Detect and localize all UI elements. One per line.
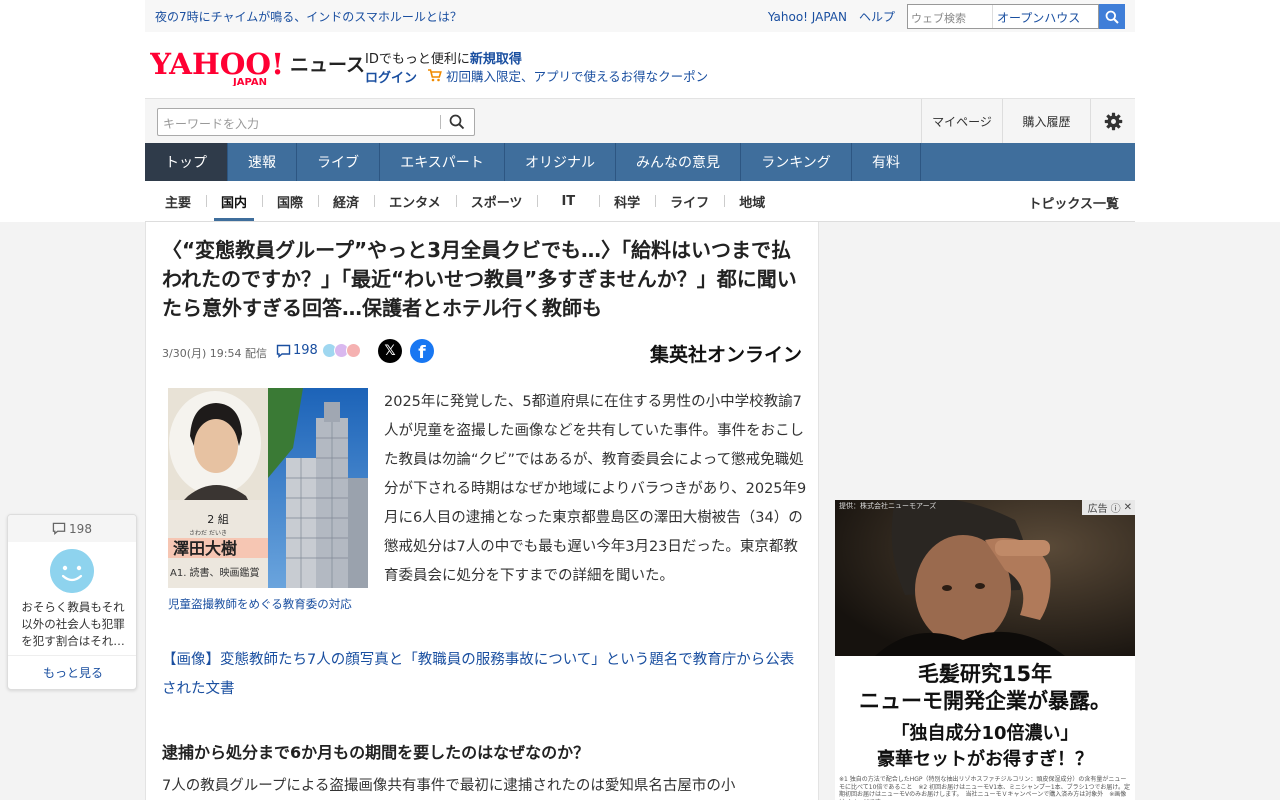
help-link[interactable]: ヘルプ — [859, 8, 895, 25]
ad-headline-line1: 毛髪研究15年 — [917, 662, 1053, 686]
keyword-search-box[interactable]: キーワードを入力 — [157, 108, 475, 136]
category-list: 主要 国内 国際 経済 エンタメ スポーツ IT 科学 ライフ 地域 — [150, 181, 780, 221]
promo-right: Yahoo! JAPAN ヘルプ ウェブ検索 オープンハウス — [768, 4, 1125, 29]
id-promo: IDでもっと便利に新規取得 — [365, 48, 522, 67]
comment-icon — [52, 522, 66, 535]
ad-fine-print: ※1 独自の方法で配合したHGP（特別な抽出リゾホスファチジルコリン：頭皮保湿成… — [839, 776, 1131, 800]
close-icon[interactable]: ✕ — [1124, 502, 1132, 513]
ad-subline2: 豪華セットがお得すぎ！？ — [877, 749, 1093, 770]
account-buttons: マイページ 購入履歴 — [921, 99, 1135, 143]
tab-top[interactable]: トップ — [145, 143, 228, 181]
divider — [440, 115, 441, 129]
article-date: 3/30(月) 19:54 配信 — [162, 347, 267, 360]
widget-comment-count[interactable]: 198 — [8, 515, 136, 542]
yahoo-japan-logo[interactable]: YAHOO! JAPAN — [150, 46, 286, 86]
article-meta: 3/30(月) 19:54 配信 198 𝕏 f 集英社オンライン — [162, 338, 802, 366]
tab-ranking[interactable]: ランキング — [741, 143, 852, 181]
search-row: キーワードを入力 マイページ 購入履歴 — [145, 98, 1135, 143]
category-sports[interactable]: スポーツ — [455, 181, 538, 221]
photo-class-label: 2 組 — [207, 513, 229, 526]
ad-headline: 毛髪研究15年 ニューモ開発企業が暴露。 — [835, 661, 1135, 715]
x-share-icon[interactable]: 𝕏 — [378, 339, 402, 363]
photo-furigana: さわだ だいき — [189, 530, 227, 537]
search-icon[interactable] — [448, 113, 466, 131]
web-search-button[interactable] — [1099, 4, 1125, 29]
category-world[interactable]: 国際 — [262, 181, 318, 221]
widget-count-value: 198 — [69, 521, 92, 536]
category-main[interactable]: 主要 — [150, 181, 206, 221]
comment-widget: 198 おそらく教員もそれ以外の社会人も犯罪を犯す割合はそれ… もっと見る — [7, 514, 137, 690]
comments-link[interactable]: 198 — [276, 343, 318, 358]
web-search-box[interactable]: ウェブ検索 オープンハウス — [907, 4, 1099, 29]
article-subheading: 逮捕から処分まで6か月もの期間を要したのはなぜなのか？ — [162, 743, 590, 762]
tab-breaking[interactable]: 速報 — [228, 143, 297, 181]
category-entertainment[interactable]: エンタメ — [374, 181, 456, 221]
article-lead: 2025年に発覚した、5都道府県に在住する男性の小中学校教諭7人が児童を盗撮した… — [384, 394, 807, 584]
photo-hobby-line: A1. 読書、映画鑑賞 — [170, 566, 260, 579]
info-icon[interactable]: ⓘ — [1111, 500, 1121, 515]
reaction-face-icon — [346, 343, 361, 358]
promo-bar: 夜の7時にチャイムが鳴る、インドのスマホルールとは？ Yahoo! JAPAN … — [145, 0, 1135, 32]
image-gallery-link[interactable]: 【画像】変態教師たち7人の顔写真と「教職員の服務事故について」という題名で教育庁… — [162, 646, 802, 704]
category-nav: 主要 国内 国際 経済 エンタメ スポーツ IT 科学 ライフ 地域 トピックス… — [145, 181, 1135, 222]
svg-text:YAHOO!: YAHOO! — [150, 47, 284, 81]
see-more-link[interactable]: もっと見る — [8, 655, 136, 689]
web-search-input[interactable]: ウェブ検索 — [908, 5, 993, 28]
photo-caption-link[interactable]: 児童盗撮教師をめぐる教育委の対応 — [168, 596, 352, 612]
ad-subline1: 「独自成分10倍濃い」 — [891, 723, 1079, 744]
web-search-keyword[interactable]: オープンハウス — [993, 5, 1098, 28]
category-it[interactable]: IT — [537, 181, 599, 221]
main-nav: トップ 速報 ライブ エキスパート オリジナル みんなの意見 ランキング 有料 — [145, 143, 1135, 181]
article-photo[interactable]: 2 組 さわだ だいき 澤田大樹 A1. 読書、映画鑑賞 — [168, 388, 368, 588]
publisher-name[interactable]: 集英社オンライン — [650, 340, 802, 367]
category-local[interactable]: 地域 — [724, 181, 780, 221]
category-economy[interactable]: 経済 — [318, 181, 374, 221]
smile-face-icon — [50, 549, 94, 593]
tab-original[interactable]: オリジナル — [505, 143, 616, 181]
category-domestic[interactable]: 国内 — [206, 181, 262, 221]
search-icon — [1105, 10, 1119, 24]
reaction-faces[interactable] — [322, 343, 361, 358]
yahoo-japan-link[interactable]: Yahoo! JAPAN — [768, 10, 847, 24]
facebook-share-icon[interactable]: f — [410, 339, 434, 363]
svg-text:JAPAN: JAPAN — [232, 77, 267, 86]
ad-label[interactable]: 広告 ⓘ ✕ — [1081, 500, 1135, 515]
comment-icon — [276, 344, 291, 358]
tab-expert[interactable]: エキスパート — [380, 143, 505, 181]
ad-subline: 「独自成分10倍濃い」 豪華セットがお得すぎ！？ — [835, 721, 1135, 773]
ad-provider: 提供：株式会社ニューモアーズ — [839, 502, 937, 510]
category-science[interactable]: 科学 — [599, 181, 655, 221]
article: 〈“変態教員グループ”やっと3月全員クビでも…〉「給料はいつまで払われたのですか… — [145, 222, 819, 800]
id-promo-text: IDでもっと便利に — [365, 52, 470, 67]
promo-headline-link[interactable]: 夜の7時にチャイムが鳴る、インドのスマホルールとは？ — [155, 8, 462, 25]
coupon-link[interactable]: 初回購入限定、アプリで使えるお得なクーポン — [427, 66, 708, 85]
register-link[interactable]: 新規取得 — [470, 52, 522, 67]
ad-tag-text: 広告 — [1087, 504, 1108, 515]
coupon-text: 初回購入限定、アプリで使えるお得なクーポン — [446, 69, 709, 84]
keyword-search-input[interactable]: キーワードを入力 — [163, 115, 259, 132]
tab-opinions[interactable]: みんなの意見 — [616, 143, 741, 181]
login-link[interactable]: ログイン — [365, 67, 417, 86]
logo-row: YAHOO! JAPAN ニュース IDでもっと便利に新規取得 ログイン 初回購… — [145, 32, 1135, 98]
page-header: 夜の7時にチャイムが鳴る、インドのスマホルールとは？ Yahoo! JAPAN … — [0, 0, 1280, 222]
topics-list-link[interactable]: トピックス一覧 — [1028, 193, 1119, 212]
purchase-history-button[interactable]: 購入履歴 — [1002, 99, 1090, 143]
article-title: 〈“変態教員グループ”やっと3月全員クビでも…〉「給料はいつまで払われたのですか… — [162, 238, 797, 320]
settings-button[interactable] — [1090, 99, 1135, 143]
cart-icon — [428, 69, 442, 82]
ad-headline-line2: ニューモ開発企業が暴露。 — [859, 689, 1111, 713]
news-title: ニュース — [290, 54, 366, 76]
comment-count: 198 — [293, 343, 318, 358]
photo-name-label: 澤田大樹 — [173, 539, 237, 558]
category-life[interactable]: ライフ — [655, 181, 724, 221]
widget-comment-text[interactable]: おそらく教員もそれ以外の社会人も犯罪を犯す割合はそれ… — [16, 599, 130, 650]
tab-paid[interactable]: 有料 — [852, 143, 921, 181]
ad-photo — [835, 500, 1135, 656]
article-body: 7人の教員グループによる盗撮画像共有事件で最初に逮捕されたのは愛知県名古屋市の小 — [162, 778, 736, 794]
tab-live[interactable]: ライブ — [297, 143, 380, 181]
mypage-button[interactable]: マイページ — [921, 99, 1002, 143]
ad-banner[interactable]: 提供：株式会社ニューモアーズ 広告 ⓘ ✕ 毛髪研究15年 ニューモ開発企業が暴… — [835, 500, 1135, 800]
ad-copy: 毛髪研究15年 ニューモ開発企業が暴露。 「独自成分10倍濃い」 豪華セットがお… — [835, 656, 1135, 800]
gear-icon — [1104, 112, 1122, 130]
